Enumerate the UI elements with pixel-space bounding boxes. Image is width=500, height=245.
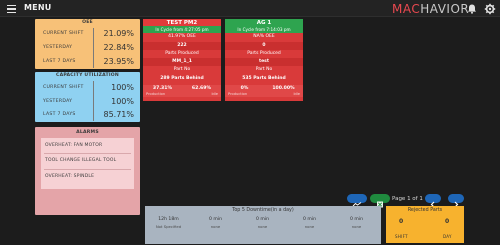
capacity-row-last-7-days: LAST 7 DAYS 85.71% xyxy=(35,109,140,120)
downtime-item: 12h 18m Not Specified xyxy=(145,215,192,230)
downtime-item: 0 min none xyxy=(286,215,333,230)
idle-section: 100.00% Idle xyxy=(264,85,303,97)
oee-row-yesterday: YESTERDAY 22.84% xyxy=(35,42,140,53)
machine-card-ag-1[interactable]: AG 1 In Cycle from 7:14:03 pm NA% OEE 0 … xyxy=(225,19,303,101)
parts-behind: 535 Parts Behind xyxy=(242,76,286,81)
downtime-reason: none xyxy=(304,224,315,229)
part-no-value: MM_1_1 xyxy=(172,59,192,64)
metric-value: 100% xyxy=(111,83,134,92)
alarm-divider xyxy=(44,153,131,154)
idle-value: 62.69% xyxy=(191,86,212,91)
rejected-title: Rejected Parts xyxy=(407,208,443,213)
parts-produced-label: Parts Produced xyxy=(165,51,199,56)
production-label: Production xyxy=(146,92,166,96)
bell-icon[interactable] xyxy=(466,3,478,15)
metric-label: CURRENT SHIFT xyxy=(43,31,84,36)
alarm-divider xyxy=(44,169,131,170)
metric-value: 22.84% xyxy=(103,43,134,52)
oee-card[interactable]: OEE CURRENT SHIFT 21.09% YESTERDAY 22.84… xyxy=(35,19,140,69)
downtime-reason: Not Specified xyxy=(155,224,182,229)
metric-value: 85.71% xyxy=(103,110,134,119)
alarm-list: OVERHEAT: FAN MOTOR TOOL CHANGE ILLEGAL … xyxy=(41,138,134,189)
part-no-label: Part No xyxy=(173,67,191,72)
production-value: 37.31% xyxy=(152,86,173,91)
oee-row-last-7-days: LAST 7 DAYS 23.95% xyxy=(35,56,140,67)
downtime-value: 12h 18m xyxy=(158,217,179,222)
metric-value: 21.09% xyxy=(103,29,134,38)
machine-status-since: In Cycle from 4:27:05 pm xyxy=(143,26,221,33)
downtime-value: 0 min xyxy=(349,217,364,222)
downtime-item: 0 min none xyxy=(333,215,380,230)
parts-produced-label: Parts Produced xyxy=(247,51,281,56)
alarm-item: TOOL CHANGE ILLEGAL TOOL xyxy=(45,158,117,163)
metric-value: 100% xyxy=(111,97,134,106)
downtime-reason: none xyxy=(257,224,268,229)
alarms-title: ALARMS xyxy=(76,130,99,135)
capacity-row-yesterday: YESTERDAY 100% xyxy=(35,96,140,107)
parts-behind: 289 Parts Behind xyxy=(160,76,204,81)
machine-body: NA% OEE 0 Parts Produced test Part No 53… xyxy=(225,33,303,101)
part-no-value: test xyxy=(258,59,270,64)
oee-row-current-shift: CURRENT SHIFT 21.09% xyxy=(35,28,140,39)
metric-value: 23.95% xyxy=(103,57,134,66)
parts-produced-value: 0 xyxy=(262,43,266,48)
next-page-button[interactable] xyxy=(448,194,464,208)
alarms-card[interactable]: ALARMS OVERHEAT: FAN MOTOR TOOL CHANGE I… xyxy=(35,127,140,215)
previous-page-button[interactable] xyxy=(425,194,441,208)
idle-section: 62.69% Idle xyxy=(182,85,221,97)
capacity-title: CAPACITY UTILIZATION xyxy=(56,73,119,78)
menu-label[interactable]: MENU xyxy=(24,3,51,12)
downtime-item: 0 min none xyxy=(239,215,286,230)
hamburger-menu-icon[interactable] xyxy=(7,5,16,14)
idle-label: Idle xyxy=(293,92,300,96)
metric-label: YESTERDAY xyxy=(43,99,73,104)
machine-header: AG 1 In Cycle from 7:14:03 pm xyxy=(225,19,303,33)
metric-label: LAST 7 DAYS xyxy=(43,59,76,64)
downtime-reason: none xyxy=(210,224,221,229)
machine-header: TEST PM2 In Cycle from 4:27:05 pm xyxy=(143,19,221,33)
alarm-item: OVERHEAT: FAN MOTOR xyxy=(45,143,103,148)
machavior-logo: MACHAVIOR xyxy=(392,2,470,16)
alarm-item: OVERHEAT: SPINDLE xyxy=(45,174,95,179)
idle-label: Idle xyxy=(211,92,218,96)
rejected-shift-value: 0 xyxy=(399,218,404,225)
machine-oee: NA% OEE xyxy=(253,34,275,39)
rejected-parts-panel[interactable]: Rejected Parts 0 0 SHIFT DAY xyxy=(386,206,464,243)
capacity-utilization-card[interactable]: CAPACITY UTILIZATION CURRENT SHIFT 100% … xyxy=(35,72,140,122)
downtime-value: 0 min xyxy=(208,217,223,222)
downtime-value: 0 min xyxy=(255,217,270,222)
machine-card-test-pm2[interactable]: TEST PM2 In Cycle from 4:27:05 pm 41.97%… xyxy=(143,19,221,101)
capacity-row-current-shift: CURRENT SHIFT 100% xyxy=(35,82,140,93)
oee-title: OEE xyxy=(82,20,93,25)
production-idle-footer: 37.31% Production 62.69% Idle xyxy=(143,85,221,97)
production-section: 37.31% Production xyxy=(143,85,182,97)
settings-gear-icon[interactable] xyxy=(484,3,496,15)
metric-label: LAST 7 DAYS xyxy=(43,112,76,117)
production-section: 0% Production xyxy=(225,85,264,97)
rejected-day-value: 0 xyxy=(445,218,450,225)
export-excel-button[interactable] xyxy=(370,194,390,208)
downtime-reason: none xyxy=(351,224,362,229)
metric-label: YESTERDAY xyxy=(43,45,73,50)
machine-status-since: In Cycle from 7:14:03 pm xyxy=(237,27,291,32)
rejected-shift-label: SHIFT xyxy=(395,234,408,239)
metric-label: CURRENT SHIFT xyxy=(43,85,84,90)
downtime-title: Top 5 Downtime(in a day) xyxy=(232,208,294,213)
parts-produced-value: 222 xyxy=(177,43,187,48)
downtime-value: 0 min xyxy=(302,217,317,222)
top-bar: MENU MACHAVIOR xyxy=(0,0,500,17)
rejected-day-label: DAY xyxy=(443,234,452,239)
downtime-item: 0 min none xyxy=(192,215,239,230)
chart-view-button[interactable] xyxy=(347,194,367,207)
production-idle-footer: 0% Production 100.00% Idle xyxy=(225,85,303,97)
page-indicator: Page 1 of 1 xyxy=(392,196,423,202)
production-value: 0% xyxy=(240,86,249,91)
part-no-label: Part No xyxy=(255,67,273,72)
machine-name: AG 1 xyxy=(256,20,272,26)
machine-body: 41.97% OEE 222 Parts Produced MM_1_1 Par… xyxy=(143,33,221,101)
idle-value: 100.00% xyxy=(272,86,295,91)
machine-oee: 41.97% OEE xyxy=(168,34,196,39)
production-label: Production xyxy=(228,92,248,96)
top-downtime-panel[interactable]: Top 5 Downtime(in a day) 12h 18m Not Spe… xyxy=(145,206,381,244)
